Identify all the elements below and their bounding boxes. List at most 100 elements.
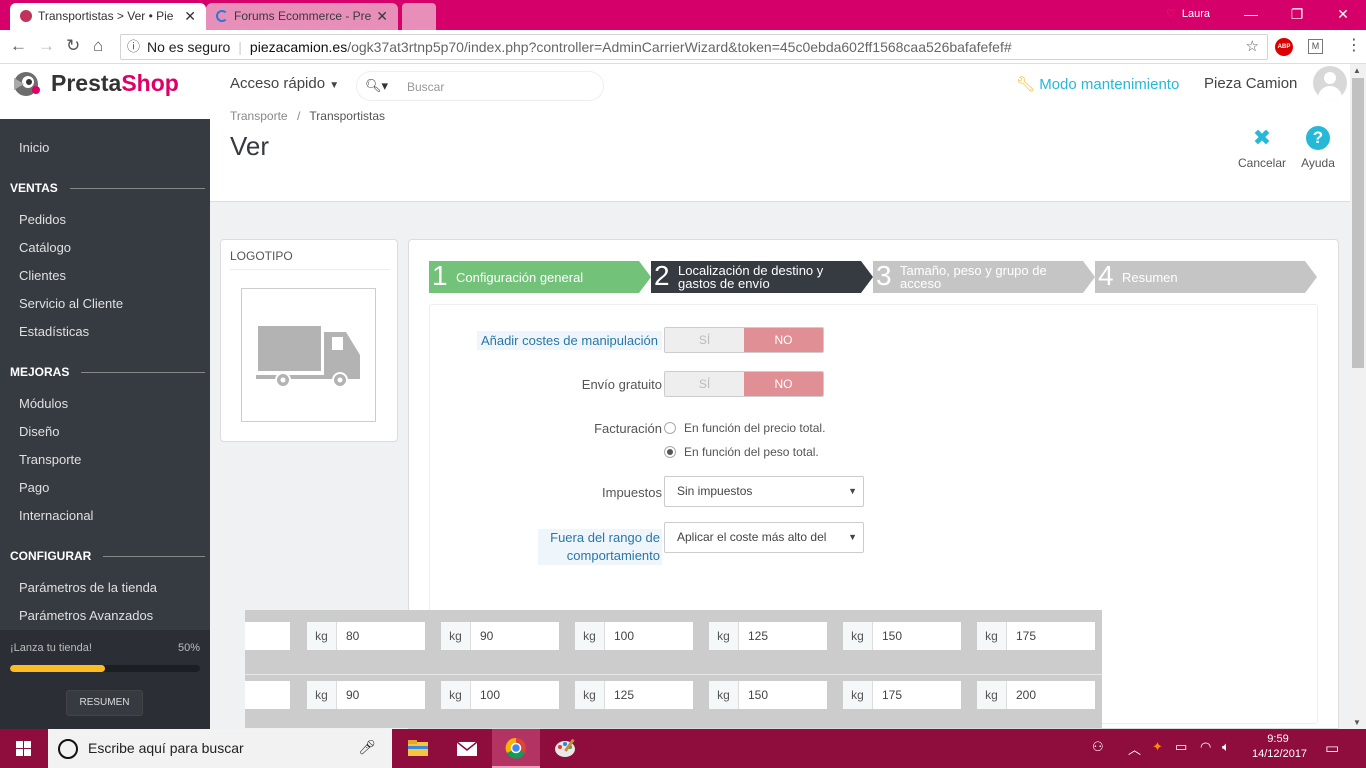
range-to-input[interactable]: 90 [337,681,425,709]
browser-profile[interactable]: ♡ Laura [1166,7,1210,20]
free-shipping-yes-option[interactable]: SÍ [665,372,744,396]
sidebar-item-catalogo[interactable]: Catálogo [19,240,71,255]
range-from-cell[interactable]: kg 150 [842,621,962,651]
range-to-input[interactable]: 200 [1007,681,1095,709]
app-tray-icon[interactable]: ✦ [1152,739,1163,755]
range-cell-partial[interactable] [245,621,291,651]
sidebar-item-estadisticas[interactable]: Estadísticas [19,324,89,339]
range-to-input[interactable]: 150 [739,681,827,709]
paint-app[interactable] [541,729,589,768]
close-tab-icon[interactable]: ✕ [184,3,196,29]
range-to-input[interactable]: 175 [873,681,961,709]
sidebar-item-parametros-tienda[interactable]: Parámetros de la tienda [19,580,157,595]
prestashop-logo-icon[interactable] [6,70,46,98]
breadcrumb-transporte[interactable]: Transporte [230,109,288,123]
back-arrow-icon[interactable]: ← [10,36,27,56]
range-cell-partial[interactable] [245,680,291,710]
sidebar-item-internacional[interactable]: Internacional [19,508,93,523]
handling-yes-option[interactable]: SÍ [665,328,744,352]
browser-tab-active[interactable]: Transportistas > Ver • Pie ✕ [10,3,206,30]
sidebar-item-transporte[interactable]: Transporte [19,452,81,467]
handling-costs-switch[interactable]: SÍ NO [664,327,824,353]
scroll-down-icon[interactable]: ▼ [1353,718,1361,727]
windows-start-button[interactable] [0,729,48,768]
admin-search[interactable]: 🔍︎▾ Buscar [356,71,604,101]
sidebar-item-parametros-avanzados[interactable]: Parámetros Avanzados [19,608,153,623]
taskbar-search[interactable]: Escribe aquí para buscar 🎤︎ [48,729,392,768]
battery-icon[interactable]: ▭ [1175,739,1187,755]
carrier-logo-frame[interactable] [241,288,376,422]
avatar[interactable] [1313,66,1347,100]
range-from-cell[interactable]: kg 100 [574,621,694,651]
range-from-input[interactable]: 175 [1007,622,1095,650]
range-to-cell[interactable]: kg 90 [306,680,426,710]
scroll-up-icon[interactable]: ▲ [1353,66,1361,75]
extension-m-icon[interactable]: M [1308,39,1323,54]
radio-button[interactable] [664,446,676,458]
range-from-input[interactable]: 90 [471,622,559,650]
browser-menu-icon[interactable]: ⋮ [1346,35,1362,55]
help-button[interactable]: ? Ayuda [1298,126,1338,170]
free-shipping-switch[interactable]: SÍ NO [664,371,824,397]
summary-button[interactable]: RESUMEN [66,690,143,716]
sidebar-item-modulos[interactable]: Módulos [19,396,68,411]
sidebar-item-inicio[interactable]: Inicio [19,140,49,155]
info-icon[interactable]: ⓘ [127,35,140,59]
forward-arrow-icon[interactable]: → [38,36,55,56]
reload-icon[interactable]: ↻ [66,36,80,56]
billing-option-weight[interactable]: En función del peso total. [664,445,819,459]
quick-access-dropdown[interactable]: Acceso rápido ▼ [230,75,339,92]
range-to-cell[interactable]: kg 150 [708,680,828,710]
range-to-cell[interactable]: kg 100 [440,680,560,710]
wizard-step-4[interactable]: 4 Resumen [1095,260,1317,293]
search-icon[interactable]: 🔍︎▾ [365,78,388,94]
close-window-icon[interactable]: ✕ [1320,0,1366,30]
range-to-input[interactable]: 100 [471,681,559,709]
out-of-range-select[interactable]: Aplicar el coste más alto del ▼ [664,522,864,553]
prestashop-wordmark[interactable]: PrestaShop [51,70,179,97]
bookmark-star-icon[interactable]: ☆ [1246,35,1259,59]
minimize-icon[interactable]: — [1228,0,1274,30]
cancel-button[interactable]: ✖ Cancelar [1234,126,1290,171]
wifi-icon[interactable]: ◠ [1200,739,1211,755]
range-to-cell[interactable]: kg 175 [842,680,962,710]
browser-tab-forums[interactable]: Forums Ecommerce - Pre ✕ [206,3,398,30]
sidebar-item-pago[interactable]: Pago [19,480,49,495]
home-icon[interactable]: ⌂ [93,36,103,56]
close-tab-icon[interactable]: ✕ [376,3,388,29]
wizard-step-2[interactable]: 2 Localización de destino y gastos de en… [651,260,873,293]
page-scrollbar[interactable]: ▲ ▼ [1350,64,1366,729]
taskbar-clock[interactable]: 9:59 14/12/2017 [1252,732,1307,762]
range-from-input[interactable]: 100 [605,622,693,650]
free-shipping-no-option[interactable]: NO [744,372,823,396]
range-from-cell[interactable]: kg 175 [976,621,1096,651]
taskbar-search-input[interactable]: Escribe aquí para buscar [88,740,244,756]
handling-no-option[interactable]: NO [744,328,823,352]
chevron-up-icon[interactable]: ︿ [1128,739,1141,758]
range-to-cell[interactable]: kg 125 [574,680,694,710]
breadcrumb-transportistas[interactable]: Transportistas [309,109,385,123]
billing-option-price[interactable]: En función del precio total. [664,421,825,435]
wizard-step-3[interactable]: 3 Tamaño, peso y grupo de acceso [873,260,1095,293]
range-from-cell[interactable]: kg 125 [708,621,828,651]
range-from-cell[interactable]: kg 80 [306,621,426,651]
sidebar-item-pedidos[interactable]: Pedidos [19,212,66,227]
volume-muted-icon[interactable]: 🔈︎ [1222,739,1230,755]
range-to-input[interactable]: 125 [605,681,693,709]
scrollbar-thumb[interactable] [1352,78,1364,368]
wizard-step-1[interactable]: 1 Configuración general [429,260,651,293]
microphone-icon[interactable]: 🎤︎ [358,739,376,756]
adblock-extension-icon[interactable]: ABP [1275,38,1293,56]
radio-button[interactable] [664,422,676,434]
people-icon[interactable]: ⚇ [1092,739,1104,755]
mail-app[interactable] [443,729,491,768]
search-input[interactable]: Buscar [407,80,444,94]
url-field[interactable]: ⓘ No es seguro | piezacamion.es/ogk37at3rt… [120,34,1268,60]
file-explorer-app[interactable] [394,729,442,768]
range-from-cell[interactable]: kg 90 [440,621,560,651]
tax-select[interactable]: Sin impuestos ▼ [664,476,864,507]
range-from-input[interactable]: 150 [873,622,961,650]
shop-name-link[interactable]: Pieza Camion [1204,75,1297,92]
notifications-icon[interactable]: ▭ [1325,739,1339,757]
new-tab-button[interactable] [402,3,436,30]
